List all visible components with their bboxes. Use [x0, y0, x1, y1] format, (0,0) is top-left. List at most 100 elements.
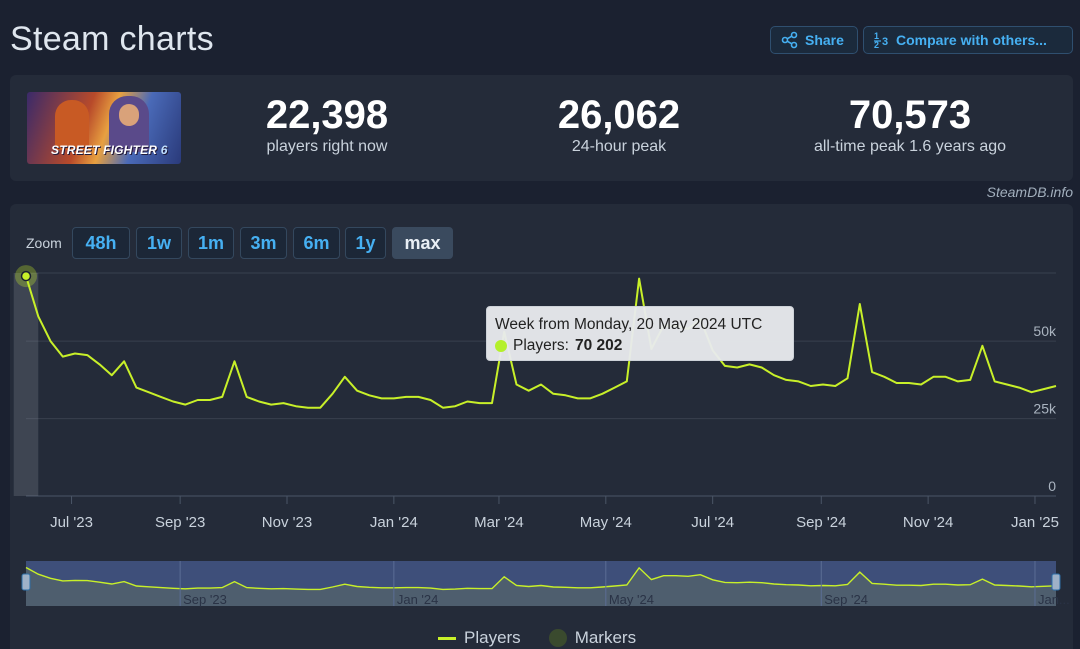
navigator[interactable]: Sep '23 Jan '24 May '24 Sep '24 Jan... [21, 561, 1070, 607]
data-point[interactable] [870, 370, 875, 375]
data-point[interactable] [232, 359, 237, 364]
data-point[interactable] [293, 404, 298, 409]
x-tick-label: Sep '24 [796, 514, 846, 531]
data-point[interactable] [992, 379, 997, 384]
x-tick-label: Mar '24 [474, 514, 524, 531]
data-point[interactable] [342, 374, 347, 379]
data-point[interactable] [1041, 387, 1046, 392]
data-point[interactable] [563, 393, 568, 398]
data-point[interactable] [955, 379, 960, 384]
data-point[interactable] [845, 376, 850, 381]
data-point[interactable] [146, 390, 151, 395]
data-point[interactable] [97, 362, 102, 367]
data-point[interactable] [747, 362, 752, 367]
navigator-label: May '24 [609, 592, 654, 607]
data-point[interactable] [771, 373, 776, 378]
data-point[interactable] [931, 374, 936, 379]
navigator-label: Sep '24 [824, 592, 868, 607]
data-point[interactable] [968, 377, 973, 382]
data-point[interactable] [355, 388, 360, 393]
data-point[interactable] [244, 394, 249, 399]
data-point[interactable] [1017, 385, 1022, 390]
x-tick-label: May '24 [580, 514, 632, 531]
chart-tooltip: Week from Monday, 20 May 2024 UTC Player… [486, 306, 794, 361]
data-point[interactable] [391, 396, 396, 401]
data-point[interactable] [919, 382, 924, 387]
data-point[interactable] [134, 385, 139, 390]
navigator-handle[interactable] [1051, 573, 1061, 591]
data-point[interactable] [109, 373, 114, 378]
data-point[interactable] [60, 354, 65, 359]
data-point[interactable] [539, 382, 544, 387]
data-point[interactable] [36, 314, 41, 319]
data-point[interactable] [48, 339, 53, 344]
data-point[interactable] [514, 382, 519, 387]
data-point[interactable] [600, 391, 605, 396]
data-point[interactable] [575, 396, 580, 401]
data-point[interactable] [624, 379, 629, 384]
players-legend-line [438, 636, 456, 640]
data-point[interactable] [158, 394, 163, 399]
data-point[interactable] [465, 399, 470, 404]
navigator-handle[interactable] [21, 573, 31, 591]
data-point[interactable] [759, 365, 764, 370]
data-point[interactable] [796, 379, 801, 384]
data-point[interactable] [195, 397, 200, 402]
tooltip-value: 70 202 [575, 337, 623, 354]
data-point[interactable] [183, 402, 188, 407]
data-point[interactable] [379, 396, 384, 401]
data-point[interactable] [122, 359, 127, 364]
markers-legend-dot [548, 629, 567, 647]
data-point[interactable] [980, 343, 985, 348]
hover-point [20, 270, 32, 282]
chart-legend: Players Markers [438, 628, 636, 648]
navigator-label: Jan '24 [397, 592, 439, 607]
data-point[interactable] [73, 351, 78, 356]
data-point[interactable] [637, 276, 642, 281]
legend-markers[interactable]: Markers [575, 628, 636, 648]
data-point[interactable] [440, 405, 445, 410]
data-point[interactable] [404, 394, 409, 399]
data-point[interactable] [306, 405, 311, 410]
data-point[interactable] [943, 374, 948, 379]
x-tick-label: Jul '24 [691, 514, 734, 531]
navigator-label: Sep '23 [183, 592, 227, 607]
data-point[interactable] [1004, 382, 1009, 387]
y-tick-label: 0 [1048, 478, 1056, 494]
data-point[interactable] [416, 394, 421, 399]
data-point[interactable] [833, 384, 838, 389]
data-point[interactable] [220, 394, 225, 399]
data-point[interactable] [526, 388, 531, 393]
data-point[interactable] [821, 382, 826, 387]
data-point[interactable] [171, 399, 176, 404]
data-point[interactable] [735, 365, 740, 370]
data-point[interactable] [857, 301, 862, 306]
data-point[interactable] [784, 377, 789, 382]
data-point[interactable] [489, 401, 494, 406]
data-point[interactable] [318, 405, 323, 410]
data-point[interactable] [1029, 390, 1034, 395]
data-point[interactable] [428, 397, 433, 402]
data-point[interactable] [85, 353, 90, 358]
x-tick-label: Nov '24 [903, 514, 953, 531]
x-tick-label: Jan '25 [1011, 514, 1059, 531]
data-point[interactable] [477, 401, 482, 406]
x-tick-label: Jan '24 [370, 514, 418, 531]
data-point[interactable] [808, 384, 813, 389]
data-point[interactable] [453, 404, 458, 409]
data-point[interactable] [1054, 384, 1059, 389]
data-point[interactable] [256, 399, 261, 404]
data-point[interactable] [367, 393, 372, 398]
data-point[interactable] [612, 385, 617, 390]
legend-players[interactable]: Players [464, 628, 521, 648]
data-point[interactable] [269, 402, 274, 407]
data-point[interactable] [330, 391, 335, 396]
data-point[interactable] [882, 374, 887, 379]
data-point[interactable] [906, 380, 911, 385]
data-point[interactable] [207, 397, 212, 402]
data-point[interactable] [551, 391, 556, 396]
data-point[interactable] [281, 401, 286, 406]
data-point[interactable] [588, 396, 593, 401]
data-point[interactable] [894, 380, 899, 385]
data-point[interactable] [722, 363, 727, 368]
